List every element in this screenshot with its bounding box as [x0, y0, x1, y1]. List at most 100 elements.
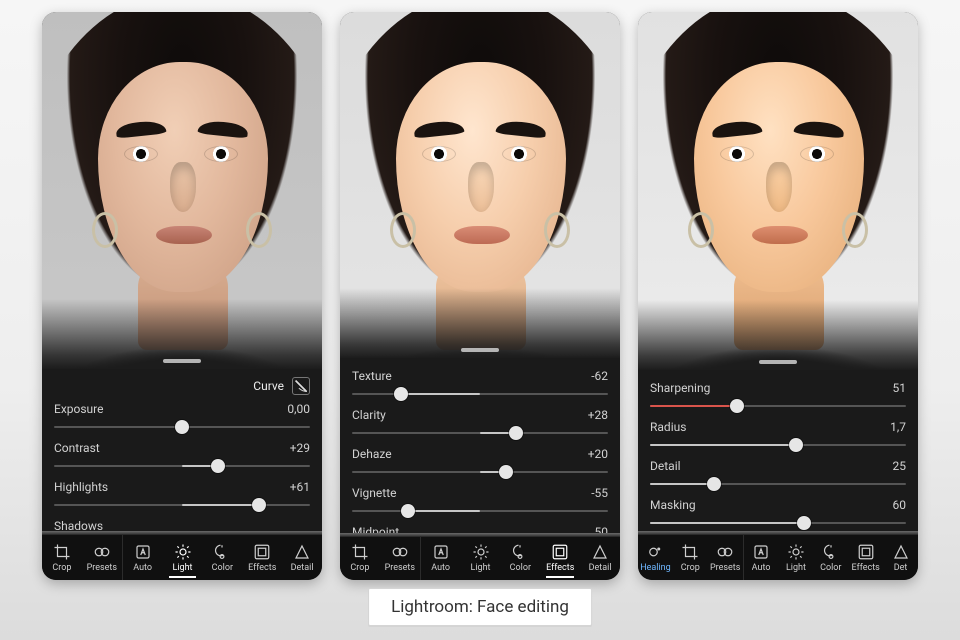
slider-value: +61	[290, 480, 310, 494]
effects-icon	[551, 543, 569, 561]
tool-label: Detail	[589, 563, 612, 573]
tool-label: Detail	[291, 563, 314, 573]
bottom-toolbar: Crop Presets Auto Light Color Effects	[42, 534, 322, 580]
tool-color[interactable]: Color	[813, 535, 848, 580]
slider-track[interactable]	[352, 426, 608, 440]
tool-presets[interactable]: Presets	[82, 535, 122, 580]
tool-label: Crop	[52, 563, 71, 573]
slider-thumb[interactable]	[509, 426, 523, 440]
tool-detail[interactable]: Det	[883, 535, 918, 580]
tool-label: Auto	[133, 563, 152, 573]
panel-drag-handle[interactable]	[759, 360, 797, 364]
tool-effects[interactable]: Effects	[848, 535, 883, 580]
tool-label: Presets	[710, 563, 740, 573]
slider-exposure: Exposure 0,00	[54, 397, 310, 436]
slider-thumb[interactable]	[401, 504, 415, 518]
presets-icon	[716, 543, 734, 561]
detail-icon	[892, 543, 910, 561]
caption: Lightroom: Face editing	[368, 588, 592, 626]
tool-auto[interactable]: Auto	[421, 537, 461, 580]
tool-light[interactable]: Light	[461, 537, 501, 580]
tool-label: Effects	[852, 563, 880, 573]
tool-detail[interactable]: Detail	[282, 535, 322, 580]
slider-track[interactable]	[54, 420, 310, 434]
tool-color[interactable]: Color	[500, 537, 540, 580]
slider-thumb[interactable]	[797, 516, 811, 530]
presets-icon	[391, 543, 409, 561]
tool-auto[interactable]: Auto	[744, 535, 779, 580]
slider-label: Dehaze	[352, 447, 392, 461]
slider-dehaze: Dehaze +20	[352, 442, 608, 481]
tool-light[interactable]: Light	[163, 535, 203, 580]
detail-icon	[293, 543, 311, 561]
slider-track[interactable]	[650, 399, 906, 413]
tool-label: Color	[820, 563, 841, 573]
slider-thumb[interactable]	[707, 477, 721, 491]
edited-photo[interactable]	[638, 12, 918, 370]
adjustments-panel: Texture -62 Clarity +28 Dehaze +20	[340, 358, 620, 532]
slider-thumb[interactable]	[394, 387, 408, 401]
tool-detail[interactable]: Detail	[580, 537, 620, 580]
tool-crop[interactable]: Crop	[673, 535, 708, 580]
tool-label: Crop	[350, 563, 369, 573]
tool-auto[interactable]: Auto	[123, 535, 163, 580]
tool-label: Color	[212, 563, 233, 573]
slider-thumb[interactable]	[789, 438, 803, 452]
slider-thumb[interactable]	[499, 465, 513, 479]
slider-track[interactable]	[54, 498, 310, 512]
slider-thumb[interactable]	[730, 399, 744, 413]
slider-contrast: Contrast +29	[54, 436, 310, 475]
adjustments-panel: Curve Exposure 0,00 Contrast +29 H	[42, 369, 322, 532]
tool-label: Light	[786, 563, 806, 573]
slider-thumb[interactable]	[252, 498, 266, 512]
auto-icon	[752, 543, 770, 561]
tool-effects[interactable]: Effects	[540, 537, 580, 580]
slider-midpoint: Midpoint 50	[352, 520, 608, 532]
slider-label: Texture	[352, 369, 392, 383]
tool-label: Effects	[248, 563, 276, 573]
slider-track[interactable]	[352, 387, 608, 401]
slider-label: Contrast	[54, 441, 100, 455]
crop-icon	[53, 543, 71, 561]
slider-value: 60	[893, 498, 907, 512]
tool-crop[interactable]: Crop	[42, 535, 82, 580]
slider-label: Clarity	[352, 408, 386, 422]
tool-presets[interactable]: Presets	[380, 537, 420, 580]
panel-drag-handle[interactable]	[461, 348, 499, 352]
slider-radius: Radius 1,7	[650, 415, 906, 454]
tool-label: Effects	[546, 563, 574, 573]
tool-label: Light	[173, 563, 193, 573]
auto-icon	[134, 543, 152, 561]
slider-track[interactable]	[352, 504, 608, 518]
tool-crop[interactable]: Crop	[340, 537, 380, 580]
panel-drag-handle[interactable]	[163, 359, 201, 363]
tool-healing[interactable]: Healing	[638, 535, 673, 580]
slider-track[interactable]	[650, 438, 906, 452]
slider-value: +28	[588, 408, 608, 422]
tool-presets[interactable]: Presets	[708, 535, 743, 580]
edited-photo[interactable]	[340, 12, 620, 358]
crop-icon	[681, 543, 699, 561]
tool-color[interactable]: Color	[202, 535, 242, 580]
curve-icon[interactable]	[292, 377, 310, 395]
healing-icon	[646, 543, 664, 561]
effects-icon	[857, 543, 875, 561]
slider-texture: Texture -62	[352, 364, 608, 403]
edited-photo[interactable]	[42, 12, 322, 369]
slider-label: Radius	[650, 420, 686, 434]
presets-icon	[93, 543, 111, 561]
slider-track[interactable]	[650, 477, 906, 491]
slider-value: 1,7	[890, 420, 906, 434]
tool-label: Presets	[87, 563, 117, 573]
slider-track[interactable]	[352, 465, 608, 479]
tool-effects[interactable]: Effects	[242, 535, 282, 580]
slider-label: Shadows	[54, 519, 103, 532]
light-icon	[787, 543, 805, 561]
slider-track[interactable]	[54, 459, 310, 473]
tool-light[interactable]: Light	[779, 535, 814, 580]
slider-value: 51	[893, 381, 907, 395]
slider-thumb[interactable]	[175, 420, 189, 434]
slider-thumb[interactable]	[211, 459, 225, 473]
slider-track[interactable]	[650, 516, 906, 530]
effects-icon	[253, 543, 271, 561]
